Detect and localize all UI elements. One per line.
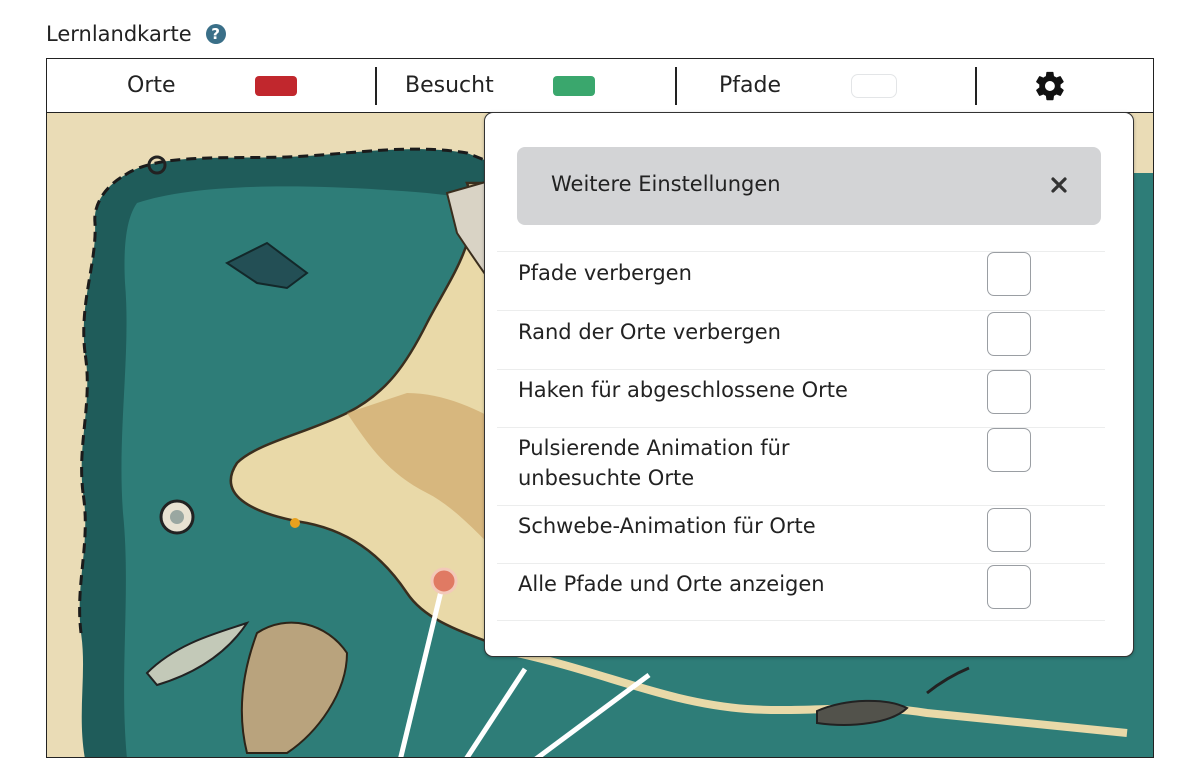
settings-option-row: Schwebe-Animation für Orte bbox=[497, 505, 1105, 563]
settings-option-row: Haken für abgeschlossene Orte bbox=[497, 369, 1105, 427]
settings-option-list: Pfade verbergen Rand der Orte verbergen … bbox=[497, 251, 1105, 621]
page-title: Lernlandkarte bbox=[46, 22, 192, 46]
settings-option-checkbox[interactable] bbox=[987, 252, 1031, 296]
legend-item-pfade: Pfade bbox=[677, 59, 977, 113]
settings-option-label: Schwebe-Animation für Orte bbox=[518, 514, 816, 538]
legend-bar: Orte Besucht Pfade bbox=[47, 59, 1153, 113]
map-place-marker bbox=[430, 567, 458, 595]
settings-option-checkbox[interactable] bbox=[987, 312, 1031, 356]
close-icon[interactable] bbox=[1047, 173, 1071, 197]
legend-label-pfade: Pfade bbox=[719, 73, 781, 98]
gear-icon[interactable] bbox=[1033, 69, 1067, 103]
settings-option-label: Rand der Orte verbergen bbox=[518, 320, 781, 344]
settings-option-checkbox[interactable] bbox=[987, 508, 1031, 552]
legend-item-orte: Orte bbox=[47, 59, 347, 113]
page-header: Lernlandkarte ? bbox=[46, 22, 226, 46]
legend-swatch-pfade[interactable] bbox=[851, 74, 897, 98]
settings-option-label: Pfade verbergen bbox=[518, 261, 692, 285]
settings-option-row: Pulsierende Animation für unbesuchte Ort… bbox=[497, 427, 1105, 505]
settings-option-label: Haken für abgeschlossene Orte bbox=[518, 378, 848, 402]
settings-option-label: Alle Pfade und Orte anzeigen bbox=[518, 572, 825, 596]
settings-panel: Weitere Einstellungen Pfade verbergen Ra… bbox=[484, 112, 1134, 657]
settings-option-row: Rand der Orte verbergen bbox=[497, 310, 1105, 369]
settings-option-checkbox[interactable] bbox=[987, 565, 1031, 609]
settings-option-row: Alle Pfade und Orte anzeigen bbox=[497, 563, 1105, 621]
settings-option-checkbox[interactable] bbox=[987, 428, 1031, 472]
settings-panel-title: Weitere Einstellungen bbox=[551, 172, 781, 196]
settings-panel-header: Weitere Einstellungen bbox=[517, 147, 1101, 225]
legend-swatch-orte[interactable] bbox=[255, 76, 297, 96]
settings-option-checkbox[interactable] bbox=[987, 370, 1031, 414]
legend-label-orte: Orte bbox=[127, 73, 176, 98]
legend-swatch-besucht[interactable] bbox=[553, 76, 595, 96]
legend-item-besucht: Besucht bbox=[377, 59, 677, 113]
settings-option-label: Pulsierende Animation für unbesuchte Ort… bbox=[518, 436, 790, 490]
help-icon[interactable]: ? bbox=[205, 24, 226, 44]
settings-option-row: Pfade verbergen bbox=[497, 251, 1105, 310]
legend-divider bbox=[975, 67, 977, 105]
legend-label-besucht: Besucht bbox=[405, 73, 494, 98]
